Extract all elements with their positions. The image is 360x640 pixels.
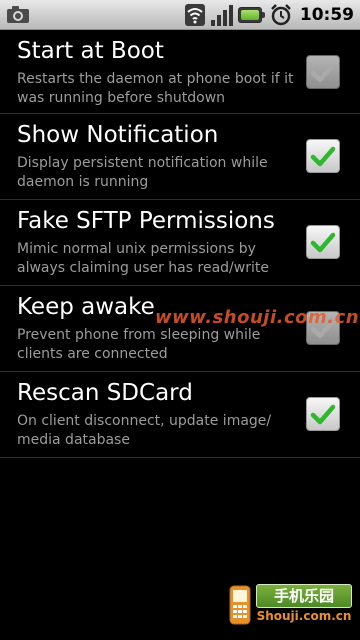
logo-title: 手机乐园 [256, 584, 352, 608]
status-clock: 10:59 [299, 5, 354, 25]
pref-summary: Display persistent notification while da… [17, 155, 268, 190]
checkmark-icon [310, 404, 336, 425]
pref-title: Keep awake [17, 294, 155, 320]
pref-title: Start at Boot [17, 38, 164, 64]
pref-title: Fake SFTP Permissions [17, 208, 275, 234]
alarm-icon [270, 3, 292, 27]
preferences-list: Start at Boot Restarts the daemon at pho… [0, 30, 360, 458]
checkmark-icon [310, 62, 336, 83]
checkmark-icon [310, 146, 336, 167]
watermark-text: www.shouji.com.cn [155, 307, 360, 328]
pref-start-at-boot[interactable]: Start at Boot Restarts the daemon at pho… [0, 30, 360, 114]
signal-icon [210, 3, 234, 27]
pref-fake-sftp-permissions[interactable]: Fake SFTP Permissions Mimic normal unix … [0, 200, 360, 286]
fake-sftp-permissions-checkbox[interactable] [306, 225, 340, 259]
start-at-boot-checkbox[interactable] [306, 55, 340, 89]
wifi-icon [184, 3, 206, 27]
pref-title: Rescan SDCard [17, 380, 193, 406]
pref-summary: Mimic normal unix permissions by always … [17, 241, 269, 276]
pref-summary: On client disconnect, update image/ medi… [17, 413, 272, 448]
camera-icon [6, 4, 30, 24]
phone-icon [228, 584, 252, 626]
show-notification-checkbox[interactable] [306, 139, 340, 173]
checkmark-icon [310, 232, 336, 253]
logo-subtitle: Shouji.com.cn [256, 609, 352, 623]
pref-title: Show Notification [17, 122, 219, 148]
rescan-sdcard-checkbox[interactable] [306, 397, 340, 431]
pref-summary: Restarts the daemon at phone boot if it … [17, 71, 294, 106]
battery-icon [237, 3, 265, 27]
status-bar: 10:59 [0, 0, 360, 30]
pref-summary: Prevent phone from sleeping while client… [17, 327, 261, 362]
pref-rescan-sdcard[interactable]: Rescan SDCard On client disconnect, upda… [0, 372, 360, 458]
watermark-logo: 手机乐园 Shouji.com.cn [228, 584, 354, 626]
pref-keep-awake[interactable]: Keep awake Prevent phone from sleeping w… [0, 286, 360, 372]
pref-show-notification[interactable]: Show Notification Display persistent not… [0, 114, 360, 200]
